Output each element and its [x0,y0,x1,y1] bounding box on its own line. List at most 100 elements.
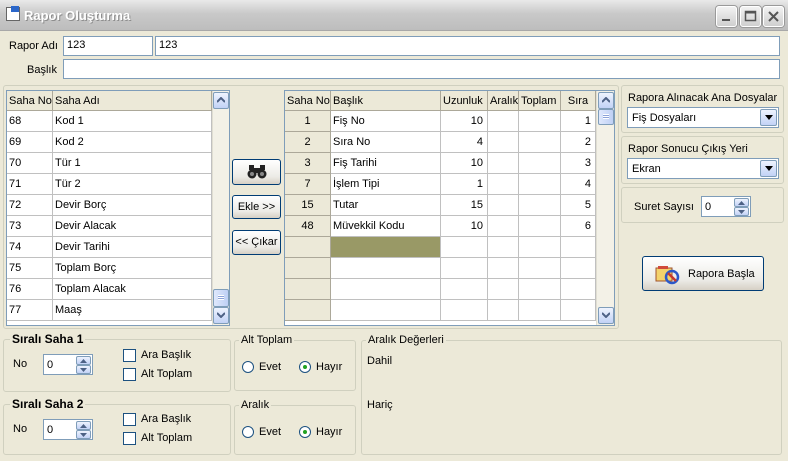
cikis-select[interactable]: Ekran [627,158,779,179]
baslik-cell[interactable]: Müvekkil Kodu [331,216,441,237]
sirali-2-no-spinner[interactable]: 0 [43,419,93,440]
saha-no-cell[interactable]: 73 [7,216,53,237]
alt-toplam-evet-radio[interactable] [242,361,254,373]
left-grid-header-saha-adi[interactable]: Saha Adı [53,91,212,111]
sira-cell[interactable]: 2 [561,132,596,153]
empty-row[interactable] [285,258,596,279]
sirali-2-alt-toplam-checkbox[interactable] [123,432,136,445]
aralik-cell[interactable] [488,216,519,237]
uzunluk-cell[interactable]: 10 [441,216,488,237]
ana-dosya-select[interactable]: Fiş Dosyaları [627,107,779,128]
toplam-cell[interactable] [519,279,561,300]
aralik-cell[interactable] [488,279,519,300]
sira-cell[interactable] [561,237,596,258]
empty-row[interactable] [285,237,596,258]
baslik-cell[interactable]: İşlem Tipi [331,174,441,195]
table-row[interactable]: 71 Tür 2 [7,174,212,195]
spin-up-button[interactable] [734,198,749,207]
scroll-down-button[interactable] [213,307,229,324]
right-grid-header-aralik[interactable]: Aralık [488,91,519,111]
table-row[interactable]: 1 Fiş No 10 1 [285,111,596,132]
saha-no-cell[interactable] [285,258,331,279]
table-row[interactable]: 15 Tutar 15 5 [285,195,596,216]
uzunluk-cell[interactable]: 10 [441,153,488,174]
baslik-input[interactable] [63,59,780,79]
empty-row[interactable] [285,300,596,321]
scroll-thumb[interactable] [213,289,229,307]
right-grid-scrollbar[interactable] [596,91,614,325]
saha-no-cell[interactable]: 72 [7,195,53,216]
uzunluk-cell[interactable]: 10 [441,111,488,132]
uzunluk-cell[interactable] [441,279,488,300]
table-row[interactable]: 77 Maaş [7,300,212,321]
empty-row[interactable] [285,279,596,300]
sira-cell[interactable]: 1 [561,111,596,132]
right-grid-header-uzunluk[interactable]: Uzunluk [441,91,488,111]
saha-no-cell[interactable]: 74 [7,237,53,258]
right-grid-header-toplam[interactable]: Toplam [519,91,561,111]
toplam-cell[interactable] [519,174,561,195]
saha-no-cell[interactable]: 2 [285,132,331,153]
spin-down-button[interactable] [734,207,749,216]
uzunluk-cell[interactable]: 4 [441,132,488,153]
saha-adi-cell[interactable]: Devir Tarihi [53,237,212,258]
scroll-up-button[interactable] [598,92,614,109]
sira-cell[interactable]: 5 [561,195,596,216]
uzunluk-cell[interactable] [441,237,488,258]
minimize-button[interactable] [716,6,737,27]
saha-no-cell[interactable]: 77 [7,300,53,321]
toplam-cell[interactable] [519,237,561,258]
baslik-cell[interactable] [331,258,441,279]
baslik-cell[interactable] [331,279,441,300]
sira-cell[interactable] [561,279,596,300]
rapor-adi-code-input[interactable]: 123 [63,36,153,56]
ekle-button[interactable]: Ekle >> [232,195,281,219]
saha-no-cell[interactable]: 15 [285,195,331,216]
toplam-cell[interactable] [519,216,561,237]
saha-no-cell[interactable]: 75 [7,258,53,279]
baslik-cell[interactable]: Fiş No [331,111,441,132]
saha-no-cell[interactable]: 48 [285,216,331,237]
table-row[interactable]: 2 Sıra No 4 2 [285,132,596,153]
saha-no-cell[interactable]: 76 [7,279,53,300]
saha-adi-cell[interactable]: Devir Borç [53,195,212,216]
table-row[interactable]: 74 Devir Tarihi [7,237,212,258]
saha-adi-cell[interactable]: Kod 2 [53,132,212,153]
sirali-1-ara-baslik-checkbox[interactable] [123,349,136,362]
toplam-cell[interactable] [519,300,561,321]
aralik-evet-radio[interactable] [242,426,254,438]
table-row[interactable]: 68 Kod 1 [7,111,212,132]
sirali-1-alt-toplam-checkbox[interactable] [123,368,136,381]
selected-fields-grid[interactable]: Saha No Başlık Uzunluk Aralık Toplam Sır… [284,90,615,326]
spin-up-button[interactable] [76,421,91,430]
saha-no-cell[interactable] [285,237,331,258]
table-row[interactable]: 72 Devir Borç [7,195,212,216]
spin-down-button[interactable] [76,365,91,374]
find-button[interactable] [232,159,281,185]
saha-no-cell[interactable] [285,279,331,300]
table-row[interactable]: 69 Kod 2 [7,132,212,153]
saha-adi-cell[interactable]: Toplam Alacak [53,279,212,300]
aralik-cell[interactable] [488,153,519,174]
saha-adi-cell[interactable]: Tür 1 [53,153,212,174]
baslik-cell[interactable]: Fiş Tarihi [331,153,441,174]
maximize-button[interactable] [740,6,761,27]
aralik-cell[interactable] [488,237,519,258]
close-button[interactable] [763,6,784,27]
sira-cell[interactable]: 6 [561,216,596,237]
baslik-cell[interactable] [331,300,441,321]
toplam-cell[interactable] [519,132,561,153]
sira-cell[interactable]: 3 [561,153,596,174]
dropdown-button[interactable] [760,160,777,177]
saha-no-cell[interactable]: 71 [7,174,53,195]
uzunluk-cell[interactable] [441,258,488,279]
table-row[interactable]: 76 Toplam Alacak [7,279,212,300]
dropdown-button[interactable] [760,109,777,126]
right-grid-header-baslik[interactable]: Başlık [331,91,441,111]
aralik-hayir-radio[interactable] [299,426,311,438]
toplam-cell[interactable] [519,153,561,174]
saha-adi-cell[interactable]: Maaş [53,300,212,321]
sira-cell[interactable]: 4 [561,174,596,195]
saha-adi-cell[interactable]: Toplam Borç [53,258,212,279]
available-fields-grid[interactable]: Saha No Saha Adı 68 Kod 1 69 Kod 2 70 Tür 1 71… [6,90,230,326]
